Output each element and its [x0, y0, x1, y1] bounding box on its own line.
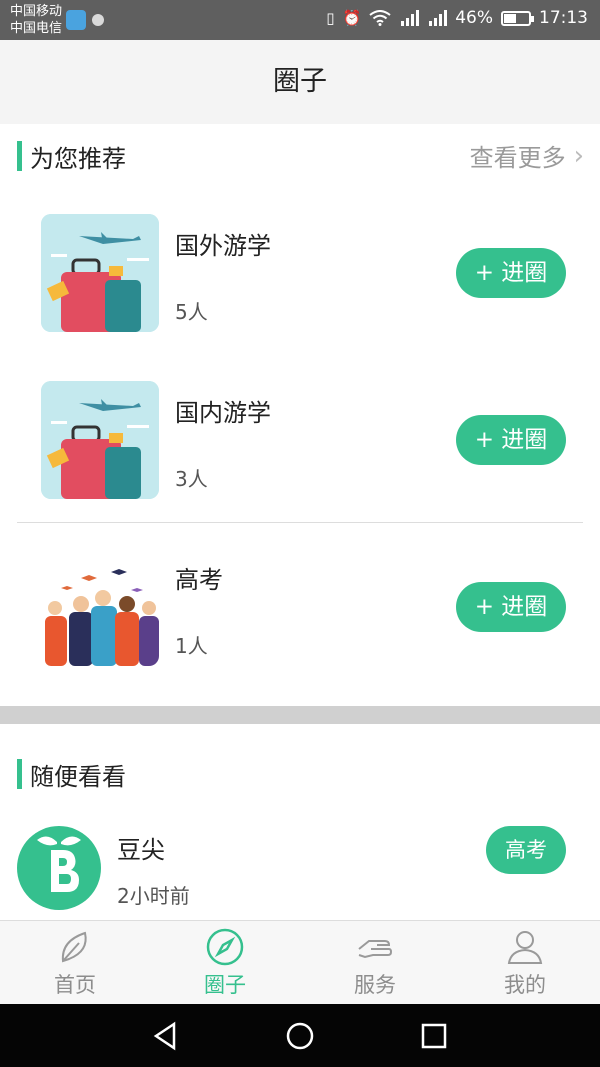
compass-icon — [206, 928, 244, 966]
graduation-celebration-image — [41, 548, 159, 666]
join-circle-button[interactable]: + 进圈 — [456, 248, 566, 298]
system-navigation-bar — [0, 1004, 600, 1067]
tab-label: 服务 — [354, 973, 396, 997]
app-notification-icon — [92, 14, 104, 26]
recommend-header: 为您推荐 — [17, 140, 126, 173]
wifi-icon — [369, 10, 391, 26]
battery-percent: 46% — [455, 8, 493, 28]
signal-2g-icon — [401, 10, 420, 26]
tab-label: 首页 — [54, 973, 96, 997]
tab-service[interactable]: 服务 — [300, 921, 450, 1004]
recommend-section: 为您推荐 查看更多 › 国外游学 5人 + 进圈 国内游学 3人 + 进圈 高考… — [0, 124, 600, 706]
carrier-1: 中国移动 — [10, 4, 63, 19]
luggage-travel-image — [41, 381, 159, 499]
section-separator — [0, 706, 600, 724]
tab-mine[interactable]: 我的 — [450, 921, 600, 1004]
status-bar: 中国移动 中国电信 ▯ ⏰ 46% 17:13 — [0, 0, 600, 40]
circle-name: 国内游学 — [175, 399, 271, 427]
tab-home[interactable]: 首页 — [0, 921, 150, 1004]
circle-item[interactable]: 国外游学 5人 + 进圈 — [0, 214, 600, 364]
join-circle-button[interactable]: + 进圈 — [456, 415, 566, 465]
random-header: 随便看看 — [17, 758, 126, 791]
alarm-icon: ⏰ — [342, 9, 362, 27]
section-accent-bar — [17, 141, 22, 171]
hand-icon — [358, 940, 393, 959]
section-accent-bar — [17, 759, 22, 789]
chevron-right-icon: › — [573, 140, 584, 171]
home-icon[interactable] — [284, 1020, 316, 1052]
view-more-link[interactable]: 查看更多 › — [470, 138, 584, 173]
member-count: 1人 — [175, 634, 208, 658]
vibrate-icon: ▯ — [326, 9, 335, 27]
circle-name: 国外游学 — [175, 232, 271, 260]
join-circle-button[interactable]: + 进圈 — [456, 582, 566, 632]
recent-apps-icon[interactable] — [418, 1020, 450, 1052]
notification-icons — [66, 10, 104, 30]
circle-tag-button[interactable]: 高考 — [486, 826, 566, 874]
random-title: 随便看看 — [30, 762, 126, 791]
telegram-icon — [66, 10, 86, 30]
carrier-info: 中国移动 中国电信 — [10, 3, 62, 37]
view-more-label: 查看更多 — [469, 144, 566, 172]
circle-item[interactable]: 国内游学 3人 + 进圈 — [0, 381, 600, 531]
page-title: 圈子 — [273, 66, 327, 97]
recommend-title: 为您推荐 — [30, 144, 126, 173]
carrier-2: 中国电信 — [10, 21, 63, 36]
status-icons: ▯ ⏰ 46% 17:13 — [326, 8, 588, 28]
member-count: 5人 — [175, 300, 208, 324]
clock: 17:13 — [539, 8, 588, 28]
member-count: 3人 — [175, 467, 208, 491]
person-icon — [507, 931, 543, 964]
doujian-logo — [17, 826, 101, 910]
random-section: 随便看看 豆尖 2小时前 高考 — [0, 724, 600, 920]
tab-label: 圈子 — [204, 973, 246, 997]
divider — [17, 522, 583, 523]
tab-label: 我的 — [504, 973, 546, 997]
circle-item[interactable]: 高考 1人 + 进圈 — [0, 548, 600, 698]
feed-author-name: 豆尖 — [117, 836, 165, 864]
feed-timestamp: 2小时前 — [117, 884, 190, 908]
battery-icon — [501, 10, 534, 26]
tab-circle[interactable]: 圈子 — [150, 921, 300, 1004]
bottom-tab-bar: 首页 圈子 服务 我的 — [0, 920, 600, 1004]
back-icon[interactable] — [150, 1020, 182, 1052]
header: 圈子 — [0, 40, 600, 124]
battery-fill — [504, 13, 516, 23]
signal-3g-icon — [429, 10, 448, 26]
circle-name: 高考 — [175, 566, 223, 594]
luggage-travel-image — [41, 214, 159, 332]
leaf-icon — [61, 931, 87, 963]
